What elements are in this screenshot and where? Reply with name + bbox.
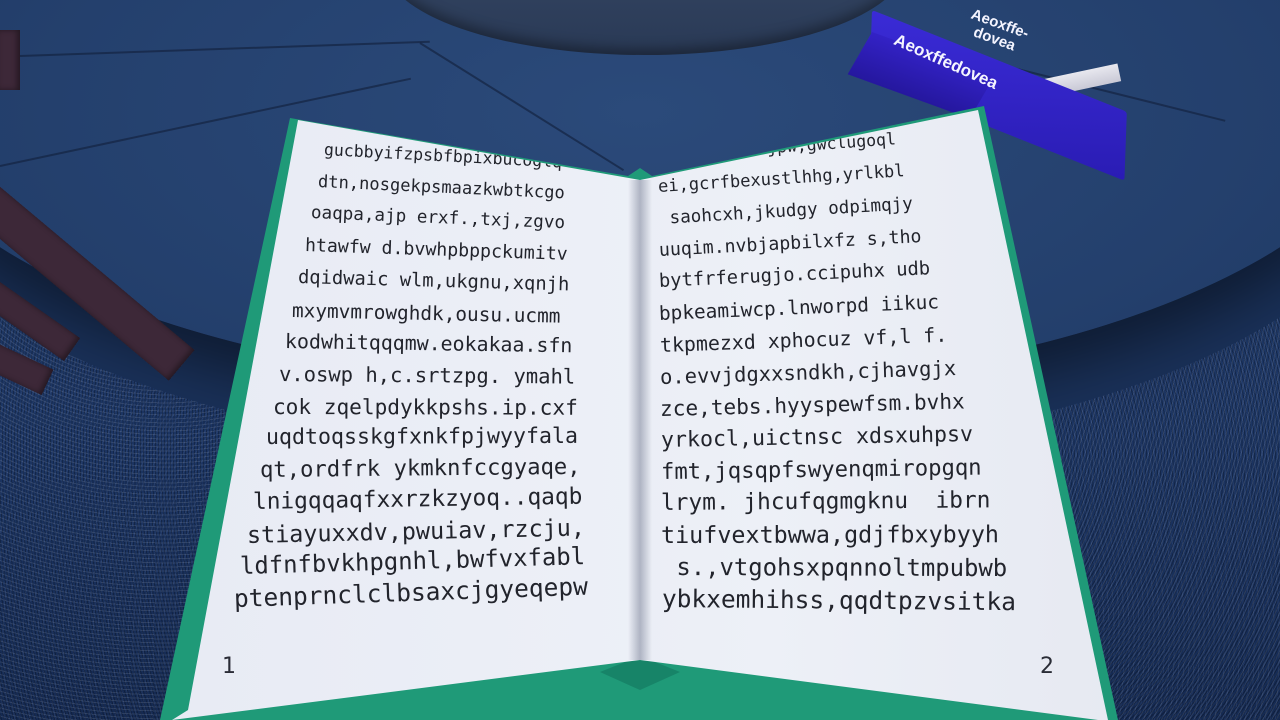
page-text-line: htawfw d.bvwhpbppckumitv — [304, 235, 568, 265]
page-text-line: uuqim.nvbjapbilxfz s,tho — [658, 225, 922, 261]
right-page-number: 2 — [1040, 654, 1054, 679]
page-text-line: oaqpa,ajp erxf.,txj,zgvo — [310, 203, 566, 234]
page-text-line: s.,vtgohsxpqnnoltmpubwb — [661, 552, 1007, 582]
closed-book[interactable]: Aeoxffe- dovea Aeoxffedovea — [847, 6, 1142, 181]
page-text-line: o.evvjdgxxsndkh,cjhavgjx — [659, 355, 957, 389]
page-text-line: qt,ordfrk ykmknfccgyaqe, — [259, 453, 581, 484]
page-text-line: lnigqqaqfxxrzkzyoq..qaqb — [253, 483, 583, 515]
page-text-line: tkpmezxd xphocuz vf,l f. — [659, 323, 948, 357]
page-text-line: v.oswp h,c.srtzpg. ymahl — [278, 362, 576, 389]
left-page-number: 1 — [222, 654, 236, 679]
page-text-line: ybkxemhihss,qqdtpzvsitka — [661, 584, 1017, 617]
page-text-line: uqdtoqsskgfxnkfpjwyyfala — [266, 424, 579, 451]
page-text-line: bpkeamiwcp.lnworpd iikuc — [658, 290, 940, 326]
page-text-line: dtn,nosgekpsmaazkwbtkcgo — [317, 171, 565, 204]
page-text-line: fmt,jqsqpfswyenqmiropgqn — [660, 454, 982, 485]
chair-leg — [0, 30, 20, 90]
page-text-line: zce,tebs.hyyspewfsm.bvhx — [659, 388, 966, 422]
page-text-line: saohcxh,jkudgy odpimqjy — [658, 193, 913, 229]
game-scene: Aeoxffe- dovea Aeoxffedovea gucbbyifzpsb… — [0, 0, 1280, 720]
page-text-line: mxymvmrowghdk,ousu.ucmm — [291, 298, 561, 328]
page-text-line: bytfrferugjo.ccipuhx udb — [658, 258, 931, 293]
page-text-line: yrkocl,uictnsc xdsxuhpsv — [660, 421, 973, 453]
page-text-line: tiufvextbwwa,gdjfbxybyyh — [661, 520, 1000, 550]
page-text-line: dqidwaic wlm,ukgnu,xqnjh — [298, 266, 570, 296]
page-text-line: kodwhitqqqmw.eokakaa.sfn — [285, 330, 573, 358]
book-gutter — [628, 180, 652, 660]
page-text-line: lrym. jhcufqgmgknu ibrn — [660, 487, 991, 517]
page-text-line: cok zqelpdykkpshs.ip.cxf — [272, 393, 578, 420]
